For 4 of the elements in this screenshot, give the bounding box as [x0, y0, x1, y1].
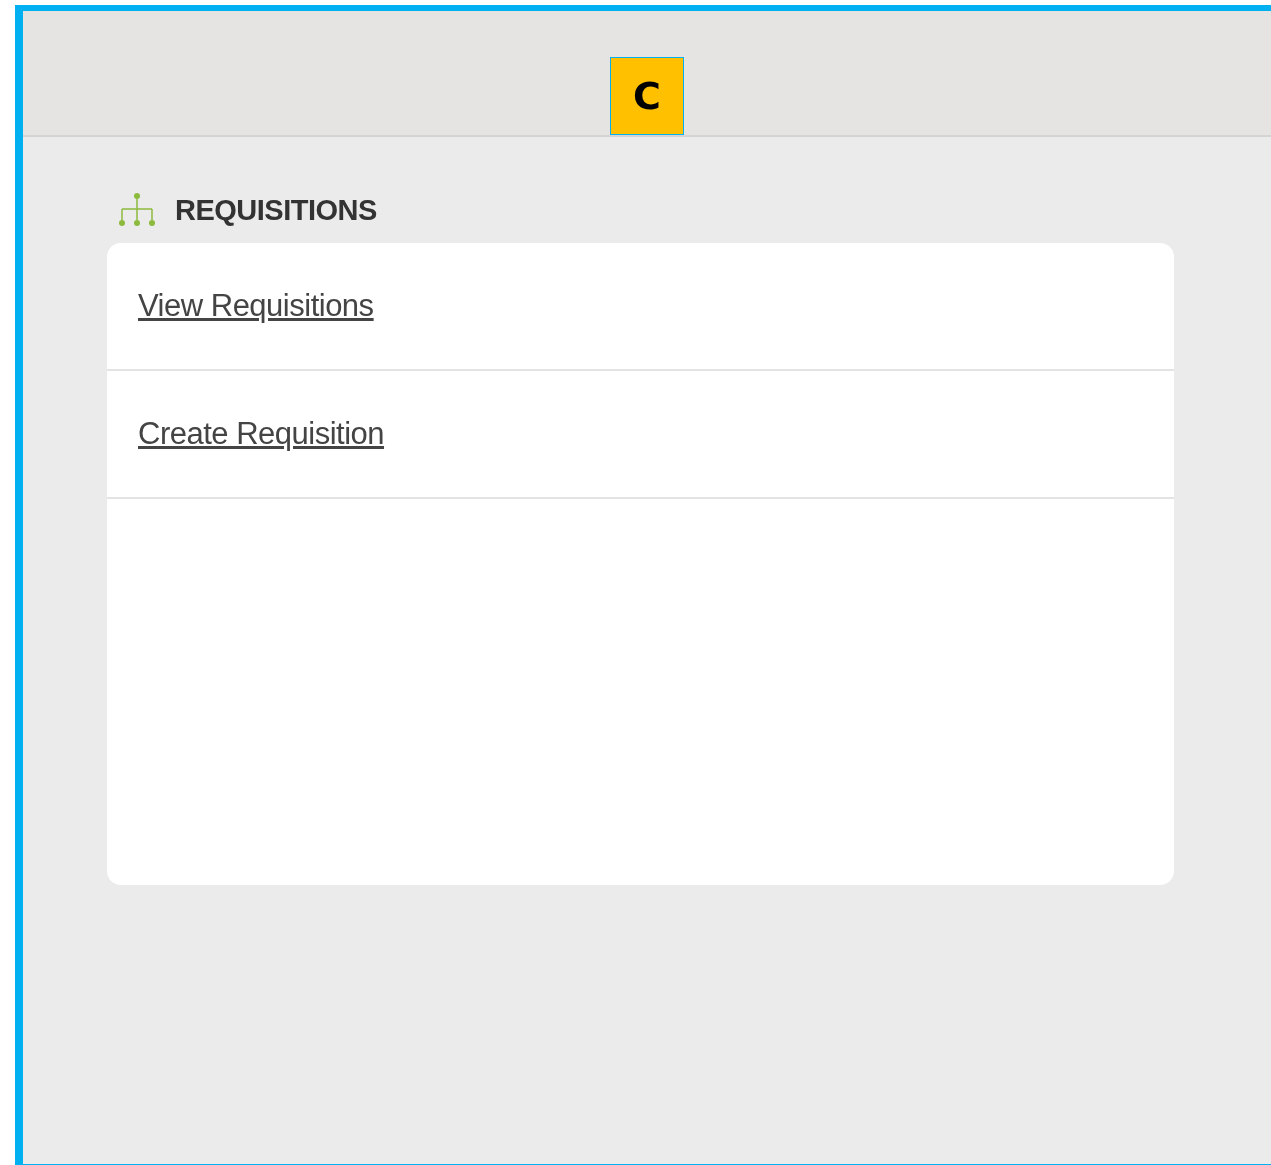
section-title: REQUISITIONS	[175, 193, 377, 227]
menu-link[interactable]: View Requisitions	[138, 288, 374, 324]
callout-label: C	[610, 57, 684, 135]
menu-link[interactable]: Create Requisition	[138, 416, 385, 452]
